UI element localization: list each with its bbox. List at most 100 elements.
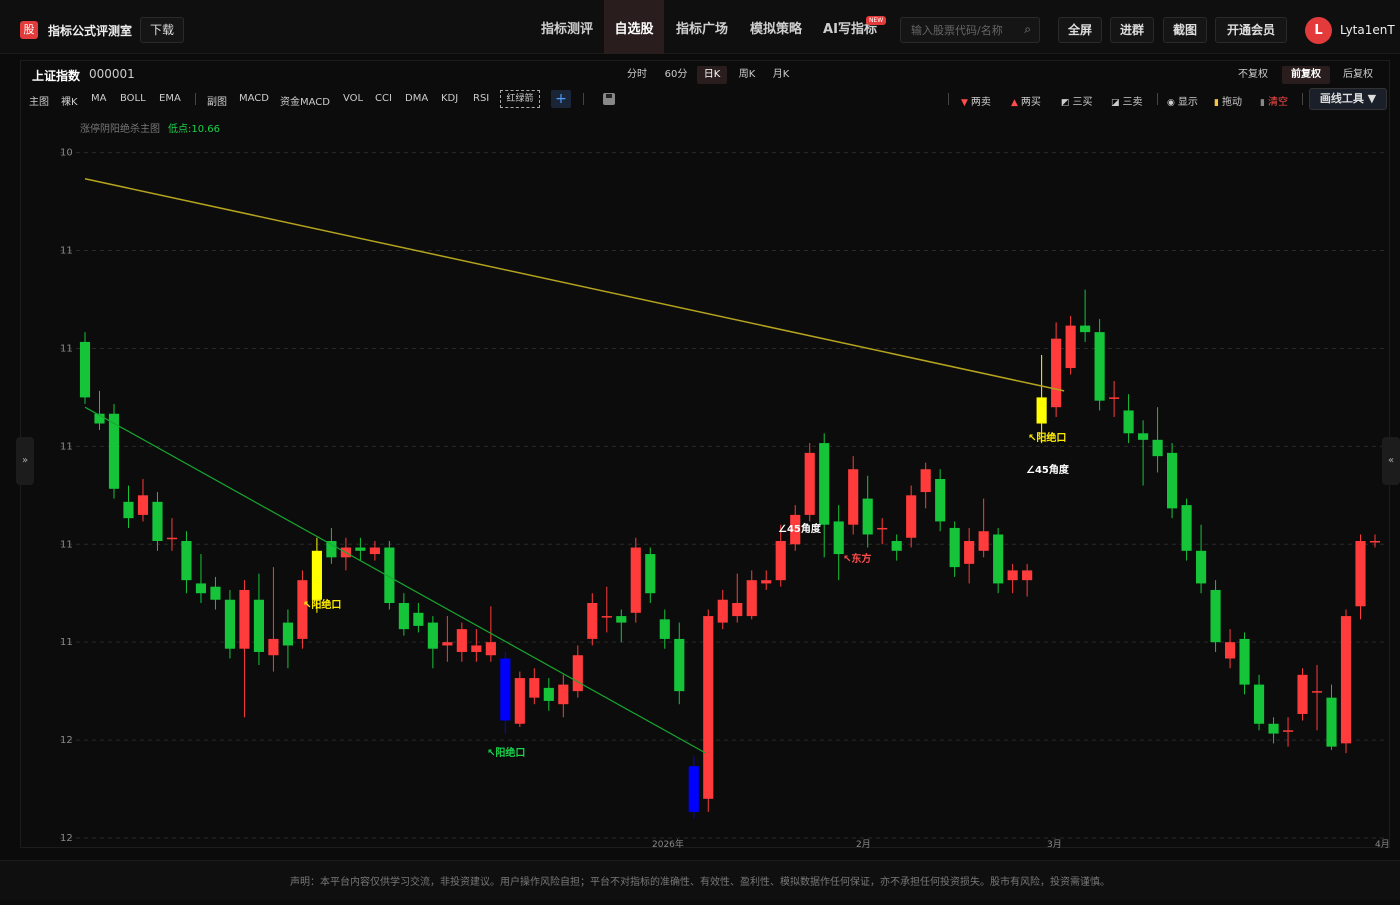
candle-body [775, 541, 786, 581]
candle-body [268, 638, 279, 656]
low-point-label: 低点:10.66 [168, 122, 220, 135]
nav-item-indicator-square[interactable]: 指标广场 [668, 0, 736, 54]
indicator-ema[interactable]: EMA [159, 93, 181, 104]
down-triangle-icon: ▼ [961, 98, 968, 108]
new-badge: NEW [866, 16, 887, 25]
candle-body [1326, 697, 1337, 747]
fullscreen-button[interactable]: 全屏 [1058, 17, 1102, 43]
indicator-macd[interactable]: MACD [239, 93, 269, 104]
pen-square-icon: ◩ [1061, 98, 1070, 108]
add-indicator-button[interactable]: + [551, 90, 571, 108]
draw-three-buy-label: 三买 [1072, 97, 1093, 108]
candle-body [964, 541, 975, 564]
candle-body [1297, 674, 1308, 714]
candle-body [804, 452, 815, 515]
candle-body [398, 603, 409, 630]
draw-show[interactable]: ◉ 显示 [1167, 93, 1198, 108]
indicator-bare-k[interactable]: 裸K [61, 93, 78, 108]
indicator-vol[interactable]: VOL [343, 93, 363, 104]
indicator-ma[interactable]: MA [91, 93, 106, 104]
trash-icon: ▮ [1260, 98, 1265, 108]
candle-body [993, 534, 1004, 584]
candle-body [326, 541, 337, 558]
candle-body [1369, 541, 1381, 543]
candle-body [1210, 589, 1221, 643]
indicator-rsi[interactable]: RSI [473, 93, 489, 104]
join-group-button[interactable]: 进群 [1110, 17, 1154, 43]
candle-body [862, 498, 873, 535]
candle-body [456, 629, 467, 652]
candle-body [1051, 338, 1062, 408]
adjust-none-tab[interactable]: 不复权 [1233, 66, 1273, 84]
candle-body [369, 547, 380, 555]
candle-body [674, 638, 685, 692]
screenshot-button[interactable]: 截图 [1163, 17, 1207, 43]
draw-three-buy[interactable]: ◩ 三买 [1061, 93, 1093, 108]
candle-body [239, 589, 250, 649]
candle-body [848, 469, 859, 525]
candle-body [1065, 325, 1076, 369]
candle-body [1355, 541, 1366, 607]
search-input[interactable]: 输入股票代码/名称 ⌕ [900, 17, 1040, 43]
draw-drag[interactable]: ▮ 拖动 [1214, 93, 1242, 108]
draw-tool-dropdown[interactable]: 画线工具 ▼ [1309, 88, 1387, 110]
period-tab-weekly[interactable]: 周K [733, 66, 761, 84]
candle-body [572, 655, 583, 692]
save-icon[interactable] [603, 93, 615, 105]
expand-left-handle[interactable]: » [16, 437, 34, 485]
chart-annotation: ∠45角度 [778, 522, 822, 535]
y-tick-label: 11 [60, 246, 73, 257]
candle-body [311, 550, 322, 600]
sub-chart-label: 副图 [207, 97, 227, 108]
download-button[interactable]: 下载 [140, 17, 184, 43]
logo-icon: 股 [20, 21, 38, 39]
candle-body [485, 642, 496, 656]
vip-button[interactable]: 开通会员 [1215, 17, 1287, 43]
avatar[interactable]: L [1305, 17, 1332, 44]
draw-three-sell[interactable]: ◪ 三卖 [1111, 93, 1143, 108]
draw-two-sell[interactable]: ▼ 两卖 [961, 93, 991, 108]
indicator-name-label: 涨停阴阳绝杀主图 [80, 122, 160, 135]
search-icon[interactable]: ⌕ [1024, 22, 1031, 37]
adjust-forward-tab[interactable]: 前复权 [1282, 66, 1330, 84]
candle-body [442, 642, 453, 646]
indicator-kdj[interactable]: KDJ [441, 93, 458, 104]
top-bar: 股 指标公式评测室 下载 指标测评 自选股 指标广场 模拟策略 AI写指标 NE… [0, 0, 1400, 54]
redgreen-arrow-indicator[interactable]: 红绿箭 [500, 90, 540, 108]
period-tab-intraday[interactable]: 分时 [623, 66, 651, 84]
candle-body [224, 599, 236, 649]
period-tab-monthly[interactable]: 月K [767, 66, 795, 84]
nav-item-simulate-strategy[interactable]: 模拟策略 [742, 0, 810, 54]
username[interactable]: Lyta1enT [1340, 23, 1395, 37]
adjust-backward-tab[interactable]: 后复权 [1338, 66, 1378, 84]
candle-body [1152, 439, 1163, 457]
nav-item-indicator-review[interactable]: 指标测评 [530, 0, 604, 54]
candle-body [703, 616, 714, 799]
draw-two-buy[interactable]: ▲ 两买 [1011, 93, 1041, 108]
nav-item-ai-indicator[interactable]: AI写指标 [816, 0, 884, 54]
candle-body [543, 687, 554, 701]
candlestick-chart[interactable]: 12 12 11 11 11 11 11 10 2026年 2月 3月 4月 涨停阴阳绝杀主图 低点:10… [20, 110, 1390, 848]
indicator-fund-macd[interactable]: 资金MACD [280, 93, 330, 108]
candle-body [1195, 550, 1207, 584]
brand-name: 指标公式评测室 [48, 24, 133, 38]
indicator-boll[interactable]: BOLL [120, 93, 146, 104]
y-tick-label: 12 [60, 833, 73, 844]
draw-clear[interactable]: ▮ 清空 [1260, 93, 1288, 108]
candle-body [1109, 397, 1120, 399]
candle-body [630, 547, 641, 613]
indicator-dma[interactable]: DMA [405, 93, 428, 104]
candle-body [732, 603, 743, 617]
period-tab-daily[interactable]: 日K [697, 66, 727, 84]
divider [195, 93, 196, 105]
period-tab-60min[interactable]: 60分 [660, 66, 692, 84]
draw-three-sell-label: 三卖 [1122, 97, 1143, 108]
candle-body [746, 580, 757, 617]
nav-item-watchlist[interactable]: 自选股 [604, 0, 664, 54]
draw-two-sell-label: 两卖 [970, 97, 991, 108]
candle-body [471, 645, 482, 652]
candle-body [688, 766, 699, 812]
indicator-cci[interactable]: CCI [375, 93, 392, 104]
expand-right-handle[interactable]: « [1382, 437, 1400, 485]
candle-body [659, 619, 670, 639]
